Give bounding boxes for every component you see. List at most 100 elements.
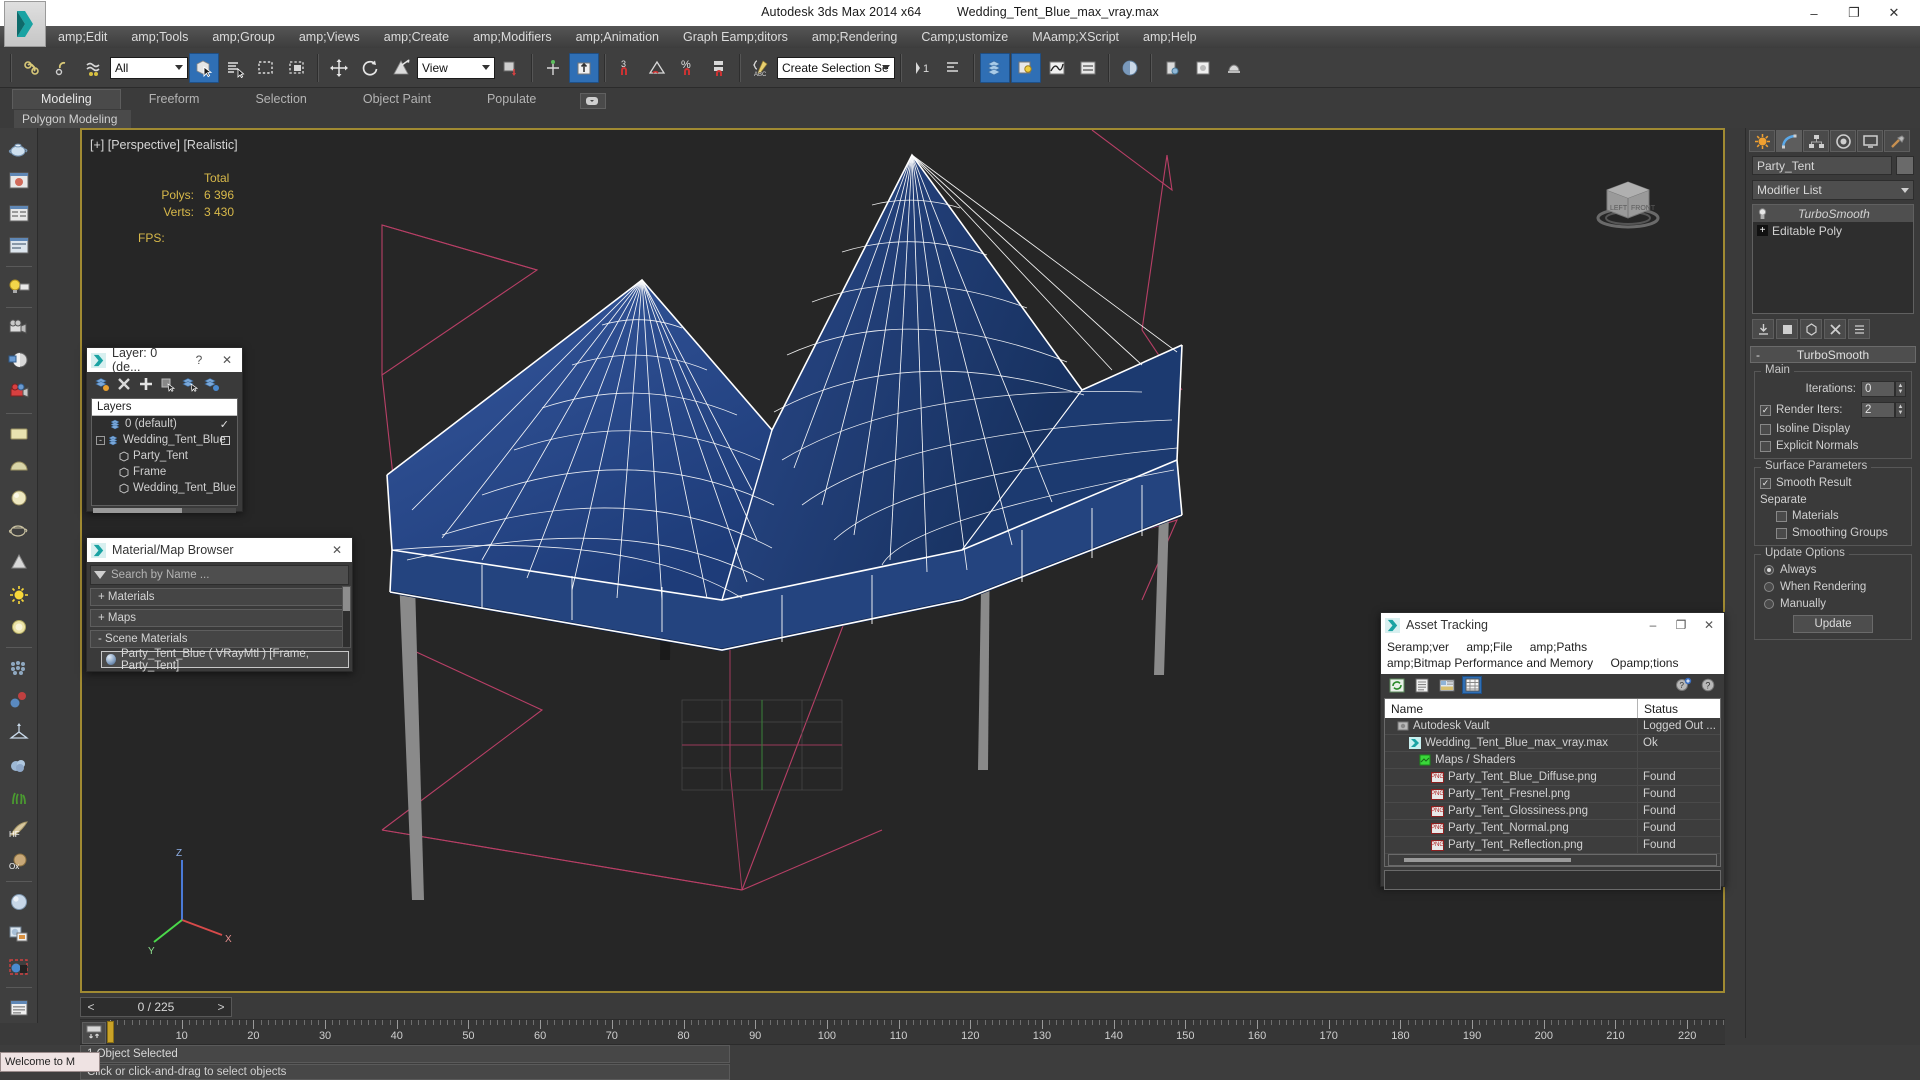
- select-material-icon[interactable]: [3, 952, 35, 982]
- mirror-icon[interactable]: 1: [907, 53, 937, 83]
- menu-edit[interactable]: amp;Edit: [46, 28, 119, 46]
- create-new-layer-icon[interactable]: [93, 375, 111, 393]
- curve-editor-icon[interactable]: [1042, 53, 1072, 83]
- teapot-object-icon[interactable]: [3, 134, 35, 164]
- material-browser-close-button[interactable]: ✕: [326, 540, 348, 560]
- select-and-rotate-icon[interactable]: [355, 53, 385, 83]
- asset-tracking-table[interactable]: Name Status Autodesk Vault Logged Out ..…: [1384, 698, 1721, 867]
- table-row[interactable]: Autodesk Vault Logged Out ...: [1385, 718, 1720, 735]
- named-selection-sets-combo[interactable]: Create Selection Se: [777, 57, 895, 79]
- material-browser-titlebar[interactable]: Material/Map Browser ✕: [87, 538, 352, 562]
- layer-dialog-help-button[interactable]: ?: [188, 350, 210, 370]
- render-iters-field[interactable]: 2: [1861, 402, 1895, 418]
- particle-array-icon[interactable]: [3, 653, 35, 683]
- smoothing-groups-checkbox[interactable]: [1776, 528, 1787, 539]
- motion-tab[interactable]: [1830, 130, 1856, 152]
- isoline-display-checkbox[interactable]: [1760, 424, 1771, 435]
- select-and-scale-icon[interactable]: [386, 53, 416, 83]
- select-and-move-icon[interactable]: [324, 53, 354, 83]
- teapot-primitive-icon[interactable]: [3, 515, 35, 545]
- object-name-field[interactable]: Party_Tent: [1752, 156, 1892, 175]
- smoothing-groups-row[interactable]: Smoothing Groups: [1760, 527, 1906, 539]
- table-row[interactable]: PNG Party_Tent_Glossiness.png Found: [1385, 803, 1720, 820]
- asset-menu-paths[interactable]: amp;Paths: [1530, 640, 1587, 654]
- edit-named-selection-sets-icon[interactable]: ABC: [746, 53, 776, 83]
- explicit-normals-row[interactable]: Explicit Normals: [1760, 440, 1906, 452]
- path-editor-icon[interactable]: [1437, 676, 1457, 694]
- update-button[interactable]: Update: [1793, 615, 1873, 633]
- render-frame-window-icon[interactable]: [3, 166, 35, 196]
- ribbon-tab-freeform[interactable]: Freeform: [121, 90, 228, 109]
- layer-row-frame[interactable]: Frame: [92, 464, 237, 480]
- add-help-icon[interactable]: ?: [1673, 676, 1693, 694]
- reference-coordinate-system-combo[interactable]: View: [417, 57, 495, 79]
- make-unique-icon[interactable]: [1800, 319, 1822, 339]
- asset-tracking-titlebar[interactable]: Asset Tracking – ❐ ✕: [1381, 613, 1724, 637]
- menu-maxscript[interactable]: MAamp;XScript: [1020, 28, 1131, 46]
- table-row[interactable]: PNG Party_Tent_Fresnel.png Found: [1385, 786, 1720, 803]
- time-slider-handle[interactable]: < 0 / 225 >: [80, 997, 232, 1017]
- isoline-display-row[interactable]: Isoline Display: [1760, 423, 1906, 435]
- modify-tab[interactable]: [1776, 130, 1802, 152]
- render-presets-icon[interactable]: [3, 231, 35, 261]
- table-row[interactable]: Maps / Shaders: [1385, 752, 1720, 769]
- display-tab[interactable]: [1857, 130, 1883, 152]
- rectangular-selection-region-icon[interactable]: [251, 53, 281, 83]
- object-color-swatch[interactable]: [1896, 156, 1914, 175]
- material-preview-sphere-icon[interactable]: [3, 887, 35, 917]
- modifier-stack-item-turbosmooth[interactable]: TurboSmooth: [1753, 205, 1913, 222]
- menu-graph-editors[interactable]: Graph Eamp;ditors: [671, 28, 800, 46]
- keyboard-shortcut-override-icon[interactable]: [569, 53, 599, 83]
- table-row[interactable]: Wedding_Tent_Blue_max_vray.max Ok: [1385, 735, 1720, 752]
- select-and-manipulate-icon[interactable]: [538, 53, 568, 83]
- lightbulb-icon[interactable]: [1757, 208, 1768, 220]
- modifier-list-dropdown[interactable]: Modifier List: [1752, 180, 1914, 200]
- filter-dropdown-icon[interactable]: [94, 571, 106, 579]
- angle-snap-toggle-icon[interactable]: [642, 53, 672, 83]
- remove-modifier-icon[interactable]: [1824, 319, 1846, 339]
- layer-horizontal-scrollbar[interactable]: [93, 508, 236, 513]
- layer-row-party-tent[interactable]: Party_Tent: [92, 448, 237, 464]
- layer-expander-icon[interactable]: -: [96, 436, 105, 445]
- asset-tracking-dialog[interactable]: Asset Tracking – ❐ ✕ Seramp;ver amp;File…: [1380, 612, 1725, 887]
- snaps-toggle-icon[interactable]: 3: [611, 53, 641, 83]
- light-lister-icon[interactable]: [3, 272, 35, 302]
- pin-stack-icon[interactable]: [1752, 319, 1774, 339]
- menu-views[interactable]: amp;Views: [287, 28, 372, 46]
- materials-checkbox[interactable]: [1776, 511, 1787, 522]
- utilities-tab[interactable]: [1884, 130, 1910, 152]
- render-setup-dialog-icon[interactable]: [3, 198, 35, 228]
- menu-create[interactable]: amp;Create: [372, 28, 461, 46]
- plus-expander-icon[interactable]: +: [1757, 225, 1768, 236]
- ribbon-tab-populate[interactable]: Populate: [459, 90, 564, 109]
- iterations-field[interactable]: 0: [1861, 381, 1895, 397]
- rendered-frame-window-icon[interactable]: [1188, 53, 1218, 83]
- viewcube[interactable]: LEFT FRONT: [1591, 172, 1665, 234]
- table-row[interactable]: PNG Party_Tent_Normal.png Found: [1385, 820, 1720, 837]
- help-icon[interactable]: ?: [1698, 676, 1718, 694]
- asset-tracking-minimize-button[interactable]: –: [1642, 615, 1664, 635]
- grid-view-icon[interactable]: [1462, 676, 1482, 694]
- hair-and-fur-icon[interactable]: HF: [3, 814, 35, 844]
- menu-tools[interactable]: amp;Tools: [119, 28, 200, 46]
- asset-table-horizontal-scrollbar[interactable]: [1388, 854, 1717, 866]
- material-group-scene-materials[interactable]: - Scene Materials: [90, 630, 349, 648]
- welcome-screen-tab[interactable]: Welcome to M: [0, 1052, 100, 1072]
- current-frame-marker[interactable]: [107, 1021, 114, 1043]
- next-frame-arrow[interactable]: >: [213, 1000, 229, 1014]
- add-selection-to-layer-icon[interactable]: [137, 375, 155, 393]
- asset-tracking-close-button[interactable]: ✕: [1698, 615, 1720, 635]
- material-group-materials[interactable]: + Materials: [90, 588, 349, 606]
- menu-group[interactable]: amp;Group: [200, 28, 287, 46]
- menu-animation[interactable]: amp;Animation: [564, 28, 671, 46]
- select-and-link-icon[interactable]: [17, 53, 47, 83]
- menu-modifiers[interactable]: amp;Modifiers: [461, 28, 564, 46]
- table-row[interactable]: PNG Party_Tent_Blue_Diffuse.png Found: [1385, 769, 1720, 786]
- time-ruler[interactable]: 0102030405060708090100110120130140150160…: [110, 1020, 1725, 1045]
- unlink-selection-icon[interactable]: [48, 53, 78, 83]
- refresh-icon[interactable]: [1387, 676, 1407, 694]
- material-search-input[interactable]: Search by Name ...: [90, 565, 349, 585]
- bind-to-space-warp-icon[interactable]: [79, 53, 109, 83]
- environment-icon[interactable]: [3, 345, 35, 375]
- update-option-when-rendering[interactable]: When Rendering: [1760, 581, 1906, 593]
